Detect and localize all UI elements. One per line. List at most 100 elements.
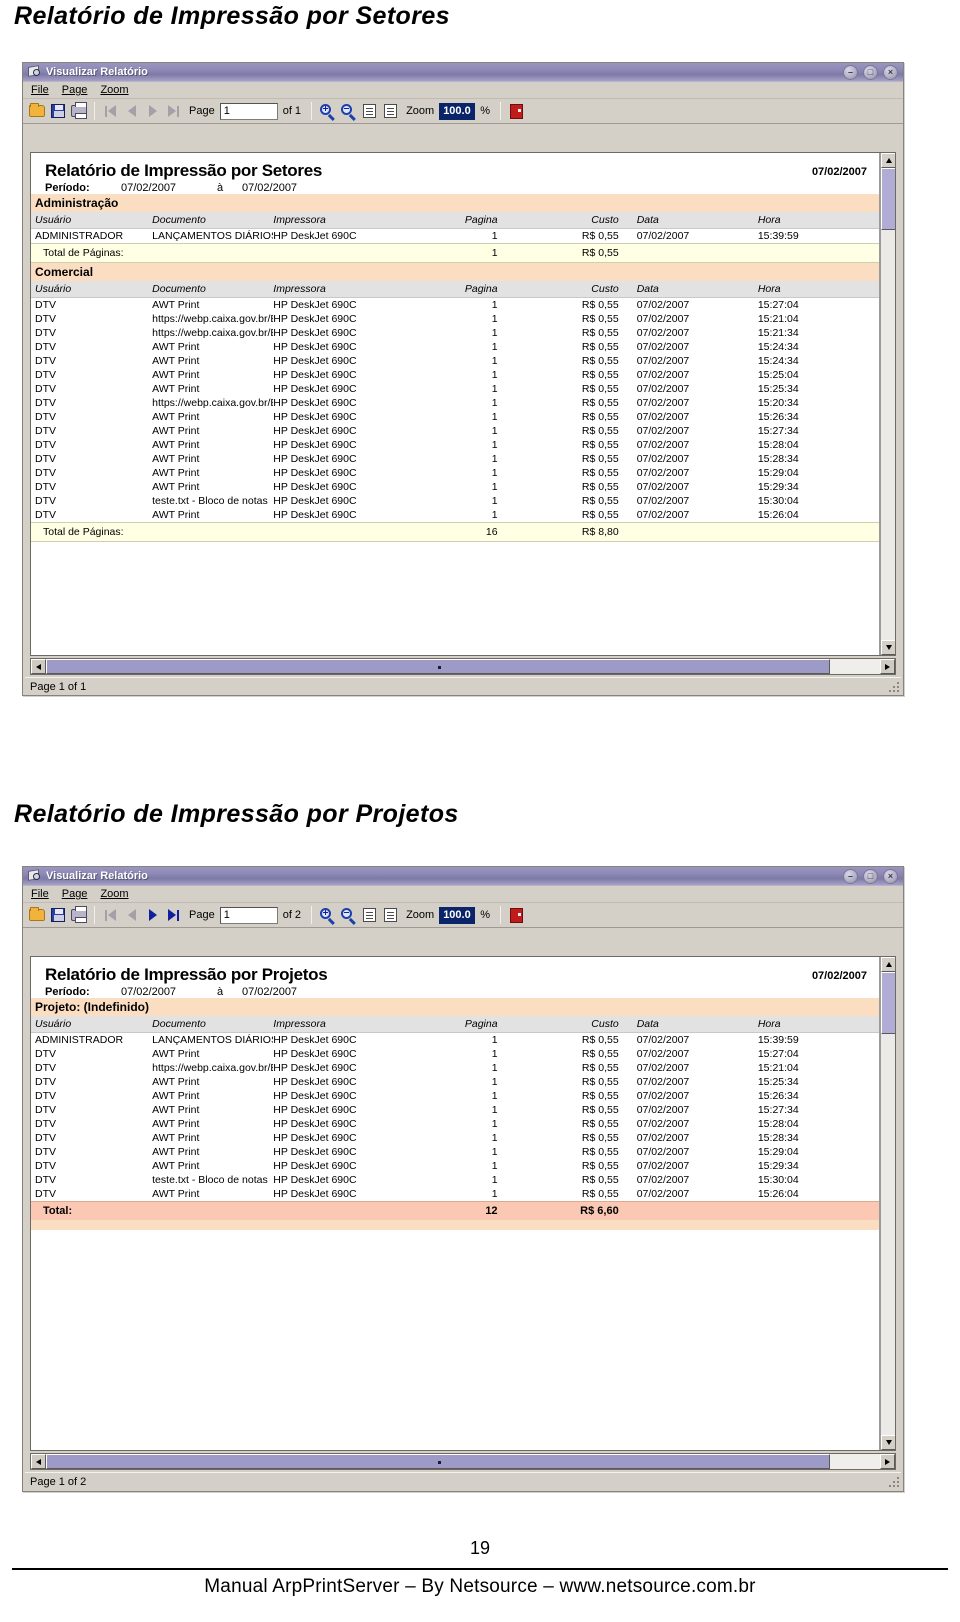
table-row: DTV https://webp.caixa.gov.br/Empresa/Crf…	[31, 1061, 879, 1075]
report-period: Período: 07/02/2007 à 07/02/2007	[45, 182, 867, 194]
previous-page-button[interactable]	[121, 905, 142, 925]
zoom-input[interactable]: 100.0	[439, 906, 476, 924]
cell-usuario: DTV	[35, 1160, 56, 1172]
vertical-scrollbar[interactable]	[880, 957, 895, 1450]
page-input[interactable]: 1	[219, 906, 278, 924]
horizontal-scroll-thumb[interactable]	[46, 1454, 830, 1469]
menu-zoom[interactable]: Zoom	[100, 84, 128, 96]
scroll-down-button[interactable]	[881, 640, 895, 655]
cell-documento: teste.txt - Bloco de notas	[152, 495, 268, 507]
vertical-scrollbar[interactable]	[880, 153, 895, 655]
first-page-button[interactable]	[100, 101, 121, 121]
resize-grip-icon[interactable]	[888, 681, 899, 692]
scroll-left-button[interactable]	[31, 659, 46, 674]
cell-impressora: HP DeskJet 690C	[273, 383, 357, 395]
cell-usuario: DTV	[35, 411, 56, 423]
table-row: DTV AWT Print HP DeskJet 690C 1 R$ 0,55 07/02…	[31, 340, 879, 354]
exit-button[interactable]	[506, 101, 527, 121]
next-page-button[interactable]	[142, 101, 163, 121]
zoom-in-button[interactable]	[317, 101, 338, 121]
cell-data: 07/02/2007	[636, 481, 690, 493]
fit-page-button[interactable]	[380, 905, 401, 925]
zoom-input[interactable]: 100.0	[439, 102, 476, 120]
minimize-button[interactable]: –	[843, 868, 858, 884]
fit-width-button[interactable]	[359, 905, 380, 925]
cell-hora: 15:29:34	[757, 1160, 799, 1172]
save-button[interactable]	[47, 101, 68, 121]
report-title: Relatório de Impressão por Projetos	[45, 965, 328, 984]
cell-usuario: DTV	[35, 1132, 56, 1144]
column-header-hora: Hora	[757, 1016, 879, 1033]
cell-custo: R$ 0,55	[581, 439, 619, 451]
cell-documento: https://webp.caixa.gov.br/Empresa/Crf/Cr	[152, 397, 273, 409]
zoom-out-icon	[341, 103, 356, 121]
save-button[interactable]	[47, 905, 68, 925]
cell-pagina: 1	[491, 1188, 498, 1200]
menu-file[interactable]: File	[31, 84, 49, 96]
print-button[interactable]	[68, 905, 89, 925]
report-page: 07/02/2007 Relatório de Impressão por Pr…	[31, 957, 880, 1450]
cell-custo: R$ 0,55	[581, 1118, 619, 1130]
print-button[interactable]	[68, 101, 89, 121]
horizontal-scrollbar[interactable]	[30, 658, 896, 675]
cell-hora: 15:29:04	[757, 467, 799, 479]
statusbar: Page 1 of 2	[25, 1472, 901, 1490]
exit-button[interactable]	[506, 905, 527, 925]
scroll-left-button[interactable]	[31, 1454, 46, 1469]
open-button[interactable]	[26, 101, 47, 121]
toolbar-separator	[311, 906, 313, 924]
menu-page[interactable]: Page	[62, 84, 88, 96]
scroll-down-button[interactable]	[881, 1435, 895, 1450]
zoom-in-button[interactable]	[317, 905, 338, 925]
vertical-scroll-track[interactable]	[881, 972, 895, 1435]
page-input[interactable]: 1	[219, 102, 278, 120]
fit-page-button[interactable]	[380, 101, 401, 121]
total-custo: R$ 0,55	[515, 243, 637, 263]
scroll-up-button[interactable]	[881, 153, 895, 168]
first-page-button[interactable]	[100, 905, 121, 925]
zoom-out-button[interactable]	[338, 905, 359, 925]
zoom-out-button[interactable]	[338, 101, 359, 121]
next-page-icon	[148, 909, 157, 921]
close-button[interactable]: ×	[883, 64, 898, 80]
cell-usuario: DTV	[35, 439, 56, 451]
close-button[interactable]: ×	[883, 868, 898, 884]
menu-file[interactable]: File	[31, 888, 49, 900]
menu-zoom[interactable]: Zoom	[100, 888, 128, 900]
cell-impressora: HP DeskJet 690C	[273, 369, 357, 381]
fit-width-button[interactable]	[359, 101, 380, 121]
cell-hora: 15:27:34	[757, 1104, 799, 1116]
vertical-scroll-thumb[interactable]	[881, 168, 895, 230]
scroll-right-button[interactable]	[880, 659, 895, 674]
maximize-button[interactable]: □	[863, 64, 878, 80]
cell-data: 07/02/2007	[636, 1090, 690, 1102]
scroll-up-button[interactable]	[881, 957, 895, 972]
total-spacer	[273, 243, 395, 263]
report-group-header: Administração	[31, 194, 879, 212]
cell-custo: R$ 0,55	[581, 355, 619, 367]
horizontal-scroll-track[interactable]	[46, 659, 880, 674]
open-button[interactable]	[26, 905, 47, 925]
minimize-button[interactable]: –	[843, 64, 858, 80]
resize-grip-icon[interactable]	[888, 1476, 899, 1487]
cell-impressora: HP DeskJet 690C	[273, 1188, 357, 1200]
menu-page[interactable]: Page	[62, 888, 88, 900]
cell-usuario: DTV	[35, 1118, 56, 1130]
vertical-scroll-thumb[interactable]	[881, 972, 895, 1034]
menubar: File Page Zoom	[23, 886, 903, 903]
cell-custo: R$ 0,55	[581, 313, 619, 325]
last-page-button[interactable]	[163, 905, 184, 925]
cell-hora: 15:21:04	[757, 313, 799, 325]
total-pagina: 12	[394, 1201, 516, 1220]
next-page-button[interactable]	[142, 905, 163, 925]
scroll-right-button[interactable]	[880, 1454, 895, 1469]
horizontal-scrollbar[interactable]	[30, 1453, 896, 1470]
last-page-button[interactable]	[163, 101, 184, 121]
horizontal-scroll-track[interactable]	[46, 1454, 880, 1469]
vertical-scroll-track[interactable]	[881, 168, 895, 640]
maximize-button[interactable]: □	[863, 868, 878, 884]
horizontal-scroll-thumb[interactable]	[46, 659, 830, 674]
zoom-in-icon	[320, 103, 335, 121]
previous-page-button[interactable]	[121, 101, 142, 121]
table-row: DTV https://webp.caixa.gov.br/Empresa/Crf…	[31, 312, 879, 326]
